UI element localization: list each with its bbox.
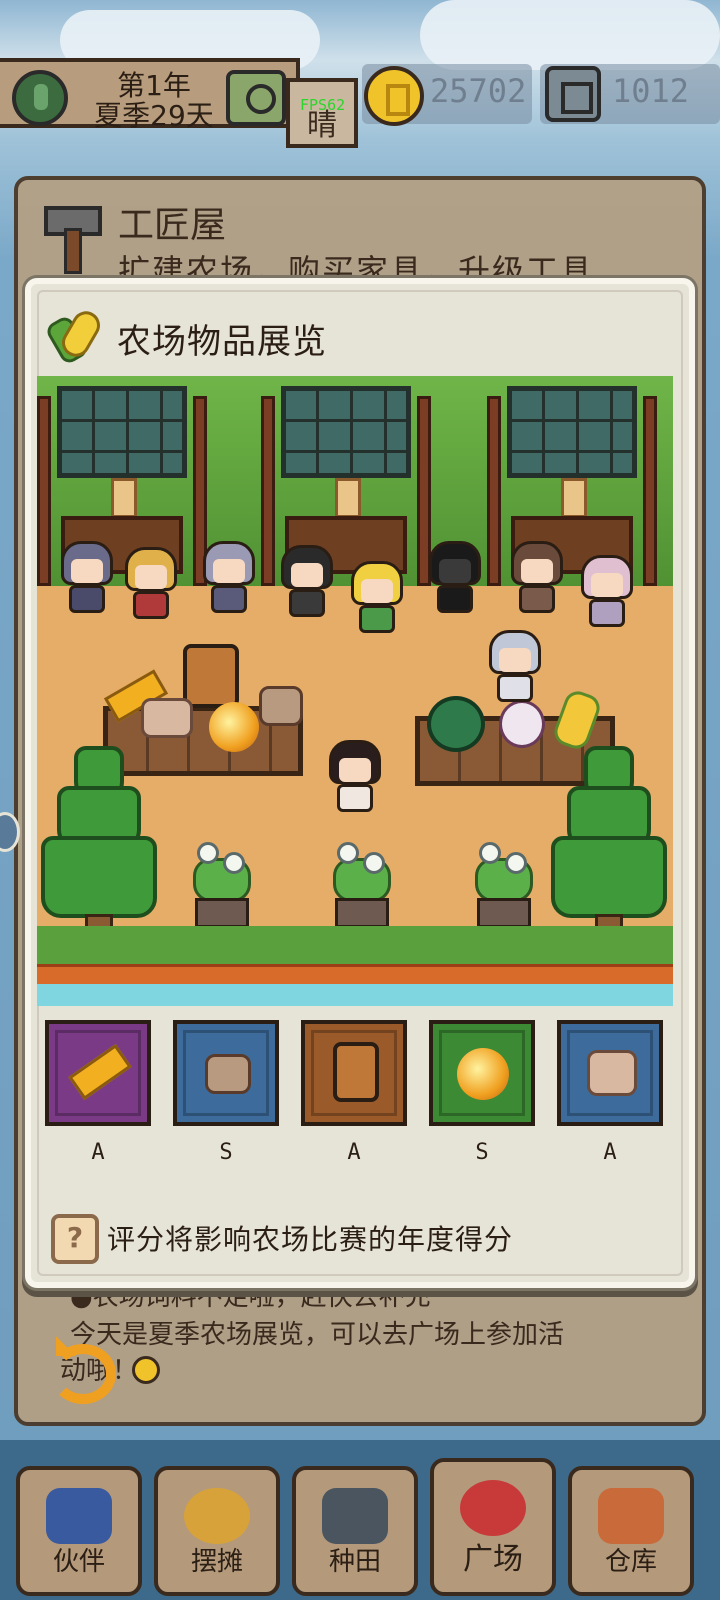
top-status-bar: 第1年 夏季29天 晴 FPS62 25702 1012 [0,58,720,148]
corn-icon [43,306,106,367]
nav-label: 种田 [328,1547,381,1577]
villager-sprite [277,545,337,619]
season-globe-icon [12,70,68,126]
jam-jar-icon [333,1042,379,1102]
player-sprite [325,740,385,814]
item-slots [45,1020,671,1130]
item-grade: S [475,1140,489,1165]
gem-value: 1012 [612,72,690,110]
dialog-title: 农场物品展览 [117,322,327,362]
date-panel[interactable]: 第1年 夏季29天 [0,58,300,132]
villager-crowd [37,541,673,633]
stall-icon [184,1488,250,1544]
exhibition-dialog: 农场物品展览 A S A S A ? 评分将影响农场比赛的年度得分 [25,278,695,1288]
hammer-icon [44,206,102,274]
item-slot-jam[interactable] [301,1020,407,1126]
golden-fruit-icon [457,1048,509,1100]
nav-warehouse[interactable]: 仓库 [568,1466,694,1596]
message-log: ●农场饲料不足啦，赶快去补充 今天是夏季农场展览，可以去广场上参加活 动哦！ [30,1270,680,1400]
gem-icon [545,66,601,122]
villager-sprite [199,541,259,615]
pine-tree [39,746,159,956]
partner-icon [46,1488,112,1544]
nav-stall[interactable]: 摆摊 [154,1466,280,1596]
item-slot-golden-fruit[interactable] [429,1020,535,1126]
flower-pot [327,836,397,932]
nav-plaza[interactable]: 广场 [430,1458,556,1596]
villager-sprite [347,561,407,635]
bottom-navigation: 伙伴 摆摊 种田 广场 仓库 [0,1440,720,1600]
nav-label: 摆摊 [190,1547,243,1577]
pine-tree [549,746,669,956]
villager-sprite [57,541,117,615]
water-edge [37,984,673,1006]
coin-icon [364,66,424,126]
workshop-title: 工匠屋 [118,205,227,246]
watermelon-icon [427,696,485,752]
ginger-root-icon [587,1050,637,1096]
villager-sprite [121,547,181,621]
nav-label: 广场 [463,1542,523,1577]
ginger-root-icon [141,698,193,738]
farming-icon [322,1488,388,1544]
exhibition-scene [37,376,673,1006]
clock-icon[interactable] [226,70,286,126]
villager-sprite [485,630,545,704]
item-slot-ginger-2[interactable] [557,1020,663,1126]
villager-sprite [577,555,637,629]
soil-edge [37,964,673,984]
plaza-icon [460,1480,526,1536]
item-grade: A [603,1140,617,1165]
item-grade: A [347,1140,361,1165]
item-grade: A [91,1140,105,1165]
message-line: 今天是夏季农场展览，可以去广场上参加活 [70,1320,565,1350]
flower-pot [469,836,539,932]
ginger-root-icon [205,1054,251,1094]
ginger-root-icon [259,686,303,726]
item-grade: S [219,1140,233,1165]
fps-counter: FPS62 [300,96,346,114]
villager-sprite [507,541,567,615]
item-slot-ginger[interactable] [173,1020,279,1126]
grass-edge [37,926,673,966]
warehouse-icon [598,1488,664,1544]
season-day-label: 夏季29天 [94,99,214,132]
help-icon[interactable]: ? [51,1214,99,1264]
item-slot-corn[interactable] [45,1020,151,1126]
smile-icon [132,1356,160,1384]
villager-sprite [425,541,485,615]
coin-value: 25702 [430,72,527,110]
nav-farming[interactable]: 种田 [292,1466,418,1596]
nav-partner[interactable]: 伙伴 [16,1466,142,1596]
score-hint: 评分将影响农场比赛的年度得分 [107,1223,514,1256]
flower-pot [187,836,257,932]
nav-label: 仓库 [604,1547,657,1577]
golden-fruit-icon [209,702,259,752]
turnip-icon [499,700,545,748]
nav-label: 伙伴 [52,1547,105,1577]
back-arrow-icon[interactable] [42,1336,116,1404]
jam-jar-icon [183,644,239,708]
